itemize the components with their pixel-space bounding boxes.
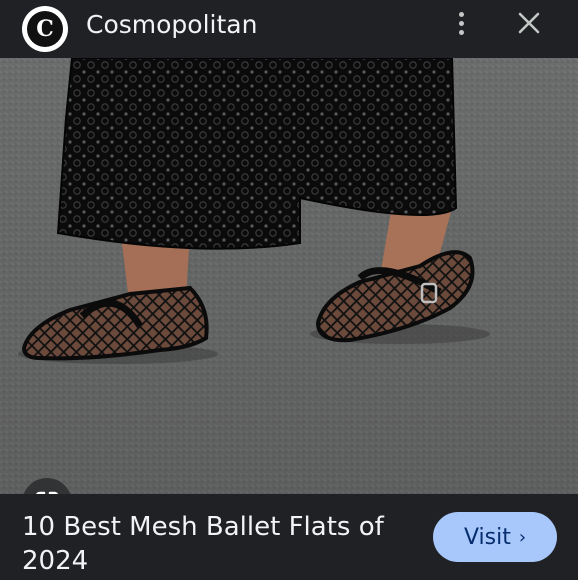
product-image[interactable] bbox=[0, 58, 578, 494]
result-caption: 10 Best Mesh Ballet Flats of 2024 Visit … bbox=[0, 494, 578, 580]
site-logo-letter: C bbox=[27, 11, 63, 47]
site-logo[interactable]: C bbox=[22, 6, 68, 52]
product-photo-illustration bbox=[0, 58, 578, 494]
visit-button[interactable]: Visit › bbox=[433, 512, 557, 562]
chevron-right-icon: › bbox=[518, 526, 527, 548]
site-name[interactable]: Cosmopolitan bbox=[86, 10, 257, 39]
more-vert-icon[interactable] bbox=[446, 8, 476, 38]
visit-button-label: Visit bbox=[463, 524, 511, 550]
viewer-header: C Cosmopolitan bbox=[0, 0, 578, 58]
result-title[interactable]: 10 Best Mesh Ballet Flats of 2024 bbox=[22, 510, 412, 578]
close-icon[interactable] bbox=[514, 8, 544, 38]
